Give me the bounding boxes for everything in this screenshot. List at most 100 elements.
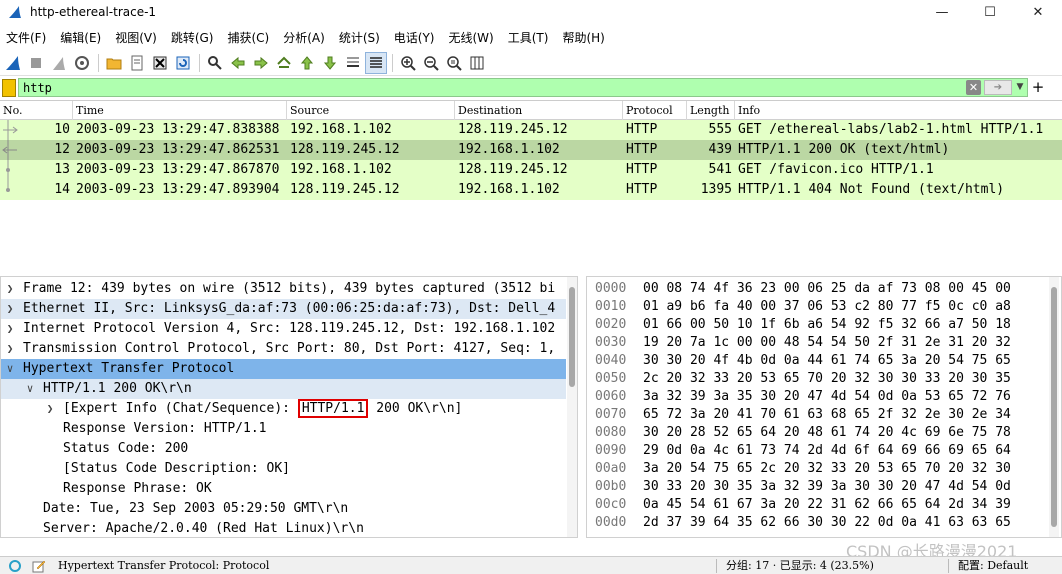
packet-no: 12	[54, 142, 70, 157]
last-packet-button[interactable]	[319, 52, 341, 74]
tree-item-ethernet[interactable]: ❯ Ethernet II, Src: LinksysG_da:af:73 (0…	[1, 299, 566, 319]
stop-capture-button[interactable]	[25, 52, 47, 74]
edit-comment-icon[interactable]	[32, 559, 46, 573]
chevron-right-icon[interactable]: ❯	[3, 339, 17, 359]
save-file-button[interactable]	[126, 52, 148, 74]
reload-icon	[176, 56, 190, 69]
chevron-right-icon[interactable]: ❯	[3, 319, 17, 339]
chevron-down-icon[interactable]: ∨	[23, 379, 37, 399]
tree-item-server[interactable]: Server: Apache/2.0.40 (Red Hat Linux)\r\…	[1, 519, 566, 537]
packet-info: HTTP/1.1 200 OK (text/html)	[738, 142, 950, 157]
tree-item-status-line[interactable]: ∨ HTTP/1.1 200 OK\r\n	[1, 379, 566, 399]
display-filter-bar: ✕ ➔ ▼ +	[0, 78, 1062, 98]
col-protocol[interactable]: Protocol	[622, 101, 686, 120]
filter-history-dropdown[interactable]: ▼	[1013, 80, 1027, 95]
tree-item-status-desc[interactable]: [Status Code Description: OK]	[1, 459, 566, 479]
normal-size-button[interactable]	[443, 52, 465, 74]
menu-statistics[interactable]: 统计(S)	[333, 29, 388, 46]
col-source[interactable]: Source	[286, 101, 454, 120]
tree-item-ip[interactable]: ❯ Internet Protocol Version 4, Src: 128.…	[1, 319, 566, 339]
packet-destination: 192.168.1.102	[458, 142, 560, 157]
menu-capture[interactable]: 捕获(C)	[221, 29, 277, 46]
close-file-button[interactable]	[149, 52, 171, 74]
col-length[interactable]: Length	[686, 101, 734, 120]
go-back-button[interactable]	[227, 52, 249, 74]
find-packet-button[interactable]	[204, 52, 226, 74]
zoom-out-button[interactable]	[420, 52, 442, 74]
packet-destination: 128.119.245.12	[458, 162, 568, 177]
menu-telephony[interactable]: 电话(Y)	[388, 29, 443, 46]
packet-row[interactable]: 10 2003-09-23 13:29:47.838388 192.168.1.…	[0, 120, 1062, 140]
open-file-button[interactable]	[103, 52, 125, 74]
packet-count: 分组: 17 · 已显示: 4 (23.5%)	[726, 559, 874, 572]
packet-row[interactable]: 13 2003-09-23 13:29:47.867870 192.168.1.…	[0, 160, 1062, 180]
auto-scroll-button[interactable]	[342, 52, 364, 74]
bytes-scroll-thumb[interactable]	[1051, 287, 1057, 527]
menu-help[interactable]: 帮助(H)	[556, 29, 612, 46]
close-icon: ✕	[1032, 4, 1044, 20]
menu-view[interactable]: 视图(V)	[109, 29, 165, 46]
chevron-down-icon[interactable]: ∨	[3, 359, 17, 379]
ready-status-icon[interactable]	[9, 560, 21, 572]
col-time[interactable]: Time	[72, 101, 286, 120]
go-to-packet-button[interactable]	[273, 52, 295, 74]
minimize-button[interactable]: —	[918, 0, 966, 24]
packet-no: 10	[54, 122, 70, 137]
display-filter-input[interactable]	[18, 78, 1028, 97]
col-no[interactable]: No.	[0, 101, 72, 120]
close-button[interactable]: ✕	[1014, 0, 1062, 24]
tree-item-frame[interactable]: ❯ Frame 12: 439 bytes on wire (3512 bits…	[1, 279, 566, 299]
menu-wireless[interactable]: 无线(W)	[443, 29, 502, 46]
capture-options-button[interactable]	[71, 52, 93, 74]
menu-file[interactable]: 文件(F)	[0, 29, 54, 46]
zoom-in-button[interactable]	[397, 52, 419, 74]
menu-edit[interactable]: 编辑(E)	[54, 29, 109, 46]
list-lines-icon	[370, 56, 382, 68]
packet-source: 192.168.1.102	[290, 162, 392, 177]
apply-filter-button[interactable]: ➔	[984, 80, 1012, 95]
tree-item-status-code[interactable]: Status Code: 200	[1, 439, 566, 459]
packet-details-tree: ❯ Frame 12: 439 bytes on wire (3512 bits…	[0, 276, 578, 538]
clear-filter-button[interactable]: ✕	[966, 80, 981, 95]
bookmark-icon[interactable]	[2, 79, 16, 97]
col-destination[interactable]: Destination	[454, 101, 622, 120]
details-scrollbar[interactable]	[567, 277, 577, 537]
start-capture-button[interactable]	[2, 52, 24, 74]
arrow-up-icon	[300, 55, 314, 69]
packet-bytes-pane: 0000 00 08 74 4f 36 23 00 06 25 da af 73 …	[586, 276, 1062, 538]
chevron-right-icon[interactable]: ❯	[3, 279, 17, 299]
first-packet-button[interactable]	[296, 52, 318, 74]
tree-item-expert-info[interactable]: ❯ [Expert Info (Chat/Sequence): HTTP/1.1…	[1, 399, 566, 419]
packet-row-selected[interactable]: 12 2003-09-23 13:29:47.862531 128.119.24…	[0, 140, 1062, 160]
tree-item-tcp[interactable]: ❯ Transmission Control Protocol, Src Por…	[1, 339, 566, 359]
resize-columns-button[interactable]	[466, 52, 488, 74]
details-scroll-thumb[interactable]	[569, 287, 575, 387]
tree-item-date[interactable]: Date: Tue, 23 Sep 2003 05:29:50 GMT\r\n	[1, 499, 566, 519]
colorize-button[interactable]	[365, 51, 387, 74]
profile-selector[interactable]: 配置: Default	[958, 557, 1028, 574]
tree-item-response-phrase[interactable]: Response Phrase: OK	[1, 479, 566, 499]
maximize-button[interactable]: ☐	[966, 0, 1014, 24]
packet-time: 2003-09-23 13:29:47.838388	[76, 122, 280, 137]
highlight-box: HTTP/1.1	[297, 399, 369, 418]
menu-tools[interactable]: 工具(T)	[502, 29, 557, 46]
col-info[interactable]: Info	[734, 101, 1062, 120]
chevron-right-icon[interactable]: ❯	[43, 399, 57, 419]
tree-item-http[interactable]: ∨ Hypertext Transfer Protocol	[1, 359, 566, 379]
reload-file-button[interactable]	[172, 52, 194, 74]
restart-capture-button[interactable]	[48, 52, 70, 74]
arrow-right-icon	[254, 56, 268, 69]
chevron-right-icon[interactable]: ❯	[3, 299, 17, 319]
arrow-down-icon	[323, 56, 337, 70]
packet-row[interactable]: 14 2003-09-23 13:29:47.893904 128.119.24…	[0, 180, 1062, 200]
bytes-scrollbar[interactable]	[1049, 277, 1059, 537]
maximize-icon: ☐	[984, 4, 996, 20]
menu-go[interactable]: 跳转(G)	[165, 29, 222, 46]
packet-no: 13	[54, 162, 70, 177]
packet-protocol: HTTP	[626, 162, 658, 177]
add-filter-button[interactable]: +	[1031, 78, 1045, 97]
menu-analyze[interactable]: 分析(A)	[277, 29, 333, 46]
go-forward-button[interactable]	[250, 52, 272, 74]
packet-protocol: HTTP	[626, 182, 658, 197]
tree-item-response-version[interactable]: Response Version: HTTP/1.1	[1, 419, 566, 439]
